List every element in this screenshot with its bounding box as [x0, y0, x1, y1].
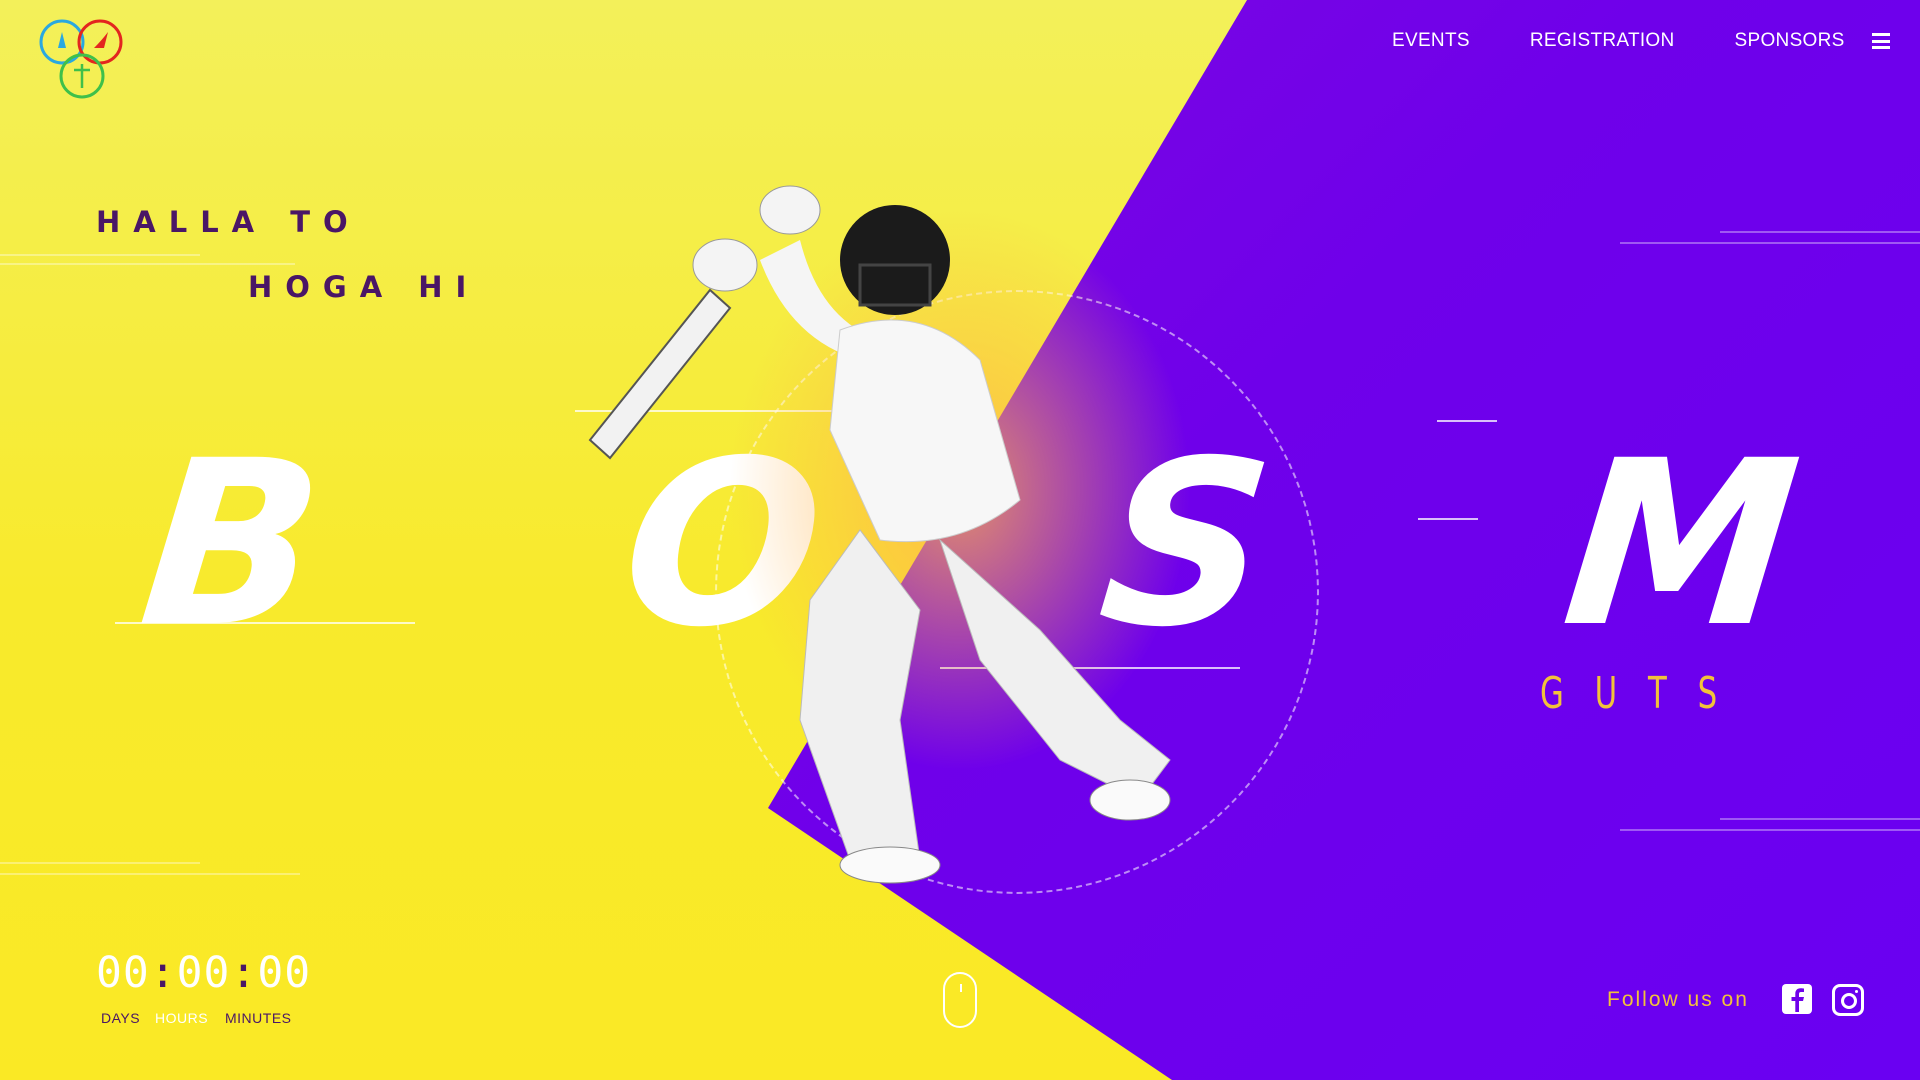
- decor-line: [1720, 231, 1920, 233]
- scroll-mouse-icon[interactable]: [943, 972, 977, 1028]
- countdown-days-label: DAYS: [101, 1010, 141, 1026]
- countdown-timer: 00:00:00: [96, 948, 312, 998]
- decor-line: [0, 862, 200, 864]
- nav-registration[interactable]: REGISTRATION: [1530, 30, 1675, 52]
- hero-letter-b: B: [131, 411, 333, 677]
- countdown-hours-label: HOURS: [155, 1010, 209, 1026]
- countdown-days: 00: [96, 948, 150, 998]
- tagline-line-2: HOGA HI: [248, 270, 480, 304]
- decor-line: [1418, 518, 1478, 520]
- olympic-rings-logo-icon: [39, 19, 123, 99]
- facebook-icon[interactable]: [1782, 984, 1812, 1014]
- hero-letter-m: M: [1554, 411, 1809, 677]
- hamburger-icon[interactable]: [1872, 33, 1890, 49]
- follow-us-text: Follow us on: [1607, 988, 1749, 1011]
- nav-events[interactable]: EVENTS: [1392, 30, 1470, 52]
- decor-line: [1437, 420, 1497, 422]
- decor-line: [1620, 829, 1920, 831]
- decor-line: [0, 873, 300, 875]
- instagram-icon[interactable]: [1832, 984, 1864, 1016]
- hero-subtitle: GUTS: [1540, 668, 1748, 719]
- nav-sponsors[interactable]: SPONSORS: [1735, 30, 1845, 52]
- countdown-minutes: 00: [257, 948, 312, 998]
- countdown-hours: 00: [176, 948, 231, 998]
- countdown-minutes-label: MINUTES: [225, 1010, 292, 1026]
- decor-line: [1720, 818, 1920, 820]
- decor-line: [0, 263, 295, 265]
- decor-line: [0, 254, 200, 256]
- tagline-line-1: HALLA TO: [96, 205, 361, 239]
- top-navigation: EVENTS REGISTRATION SPONSORS: [1392, 30, 1905, 52]
- fest-logo[interactable]: [38, 18, 130, 102]
- hero-letter-s: S: [1090, 411, 1283, 677]
- decor-line: [1620, 242, 1920, 244]
